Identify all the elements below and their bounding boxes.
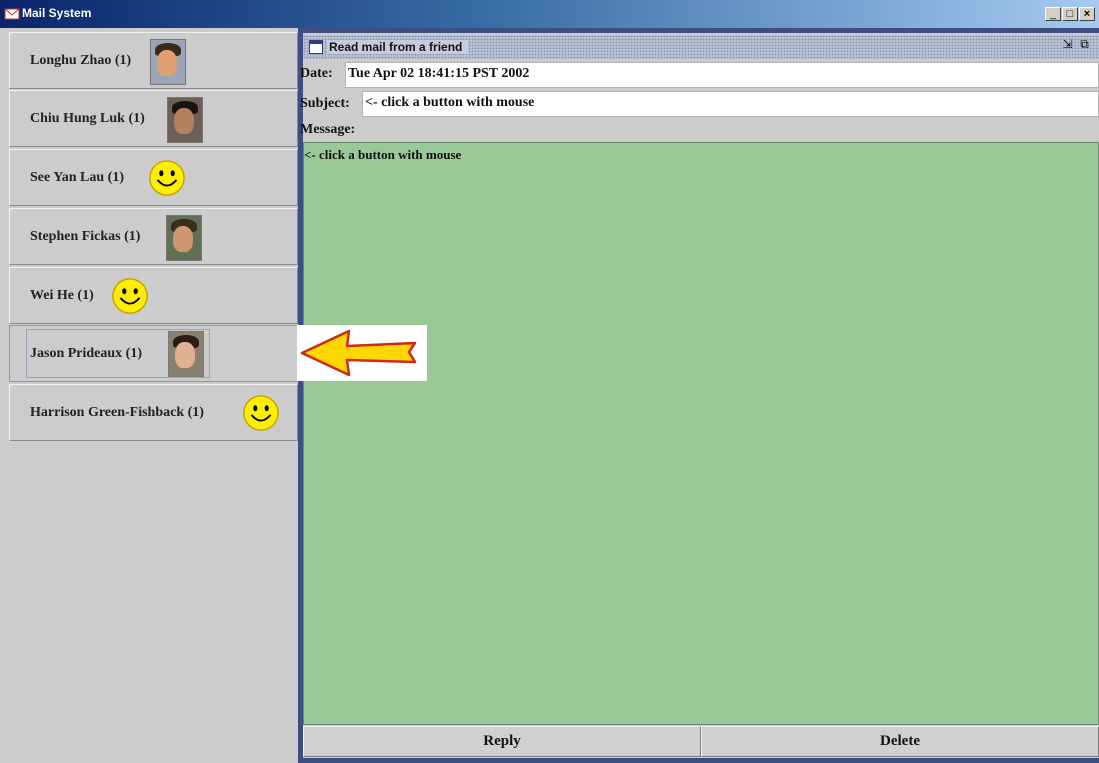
window-title-bar[interactable] xyxy=(0,0,1099,28)
smiley-icon xyxy=(149,160,185,196)
message-label: Message: xyxy=(300,122,356,137)
smiley-icon xyxy=(112,278,148,314)
window-title: Mail System xyxy=(22,6,92,20)
delete-button[interactable]: Delete xyxy=(701,726,1099,757)
minimize-button[interactable]: _ xyxy=(1045,7,1061,21)
maximize-button[interactable]: □ xyxy=(1062,7,1078,21)
friend-label: Longhu Zhao (1) xyxy=(30,53,132,68)
friend-button-harrison-green-fishback[interactable]: Harrison Green-Fishback (1) xyxy=(9,384,298,441)
friend-photo xyxy=(166,215,202,261)
friend-button-see-yan-lau[interactable]: See Yan Lau (1) xyxy=(9,149,298,206)
friend-photo xyxy=(167,97,203,143)
app-icon xyxy=(4,8,20,20)
subject-field[interactable]: <- click a button with mouse xyxy=(362,91,1099,117)
arrow-overlay xyxy=(297,325,427,381)
friend-button-jason-prideaux[interactable]: Jason Prideaux (1) xyxy=(9,325,298,382)
friend-photo xyxy=(150,39,186,85)
message-text: <- click a button with mouse xyxy=(304,147,462,162)
friend-label: Jason Prideaux (1) xyxy=(30,346,142,361)
maximize-icon[interactable]: ⧉ xyxy=(1078,38,1091,51)
date-field[interactable]: Tue Apr 02 18:41:15 PST 2002 xyxy=(345,62,1099,88)
friend-button-wei-he[interactable]: Wei He (1) xyxy=(9,267,298,324)
iconify-icon[interactable]: ⇲ xyxy=(1061,38,1074,51)
mail-frame-title: Read mail from a friend xyxy=(327,40,469,54)
date-label: Date: xyxy=(300,66,333,81)
friend-label: Stephen Fickas (1) xyxy=(30,229,141,244)
friend-button-chiu-hung-luk[interactable]: Chiu Hung Luk (1) xyxy=(9,90,298,147)
friend-label: Harrison Green-Fishback (1) xyxy=(30,405,204,420)
reply-button[interactable]: Reply xyxy=(303,726,701,757)
friend-button-stephen-fickas[interactable]: Stephen Fickas (1) xyxy=(9,208,298,265)
close-button[interactable]: × xyxy=(1079,7,1095,21)
friend-label: Wei He (1) xyxy=(30,288,94,303)
friend-label: See Yan Lau (1) xyxy=(30,170,124,185)
frame-icon xyxy=(309,40,323,54)
subject-label: Subject: xyxy=(300,96,350,111)
friend-button-longhu-zhao[interactable]: Longhu Zhao (1) xyxy=(9,32,298,89)
friend-photo xyxy=(168,331,204,377)
message-area[interactable] xyxy=(303,142,1099,725)
smiley-icon xyxy=(243,395,279,431)
friend-list: Longhu Zhao (1) Chiu Hung Luk (1) See Ya… xyxy=(0,28,298,763)
friend-label: Chiu Hung Luk (1) xyxy=(30,111,145,126)
left-arrow-icon xyxy=(300,329,417,377)
